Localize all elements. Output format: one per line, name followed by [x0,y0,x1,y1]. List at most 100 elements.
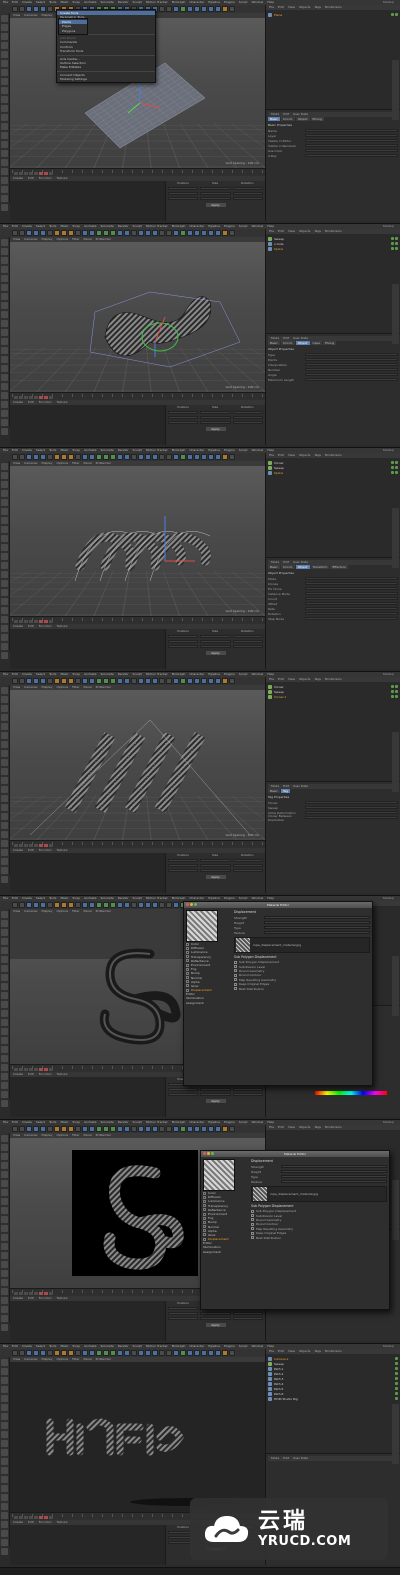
mode-tool-icon[interactable] [1,105,8,112]
channel-checkbox-icon[interactable] [186,980,189,984]
playback-button-icon[interactable] [29,620,33,623]
record-key-icon[interactable] [44,1068,48,1071]
coordinate-field[interactable] [200,197,231,200]
toolbar-tool-icon[interactable] [215,678,221,684]
toolbar-tool-icon[interactable] [138,454,144,460]
object-menu-objects[interactable]: Objects [299,677,310,682]
toolbar-tool-icon[interactable] [152,1126,158,1132]
attribute-tab[interactable]: Caps [310,341,322,345]
mode-tool-icon[interactable] [1,419,8,426]
mode-tool-icon[interactable] [1,347,8,354]
mode-tool-icon[interactable] [1,1207,8,1214]
toolbar-tool-icon[interactable] [82,1126,88,1132]
mode-tool-icon[interactable] [1,992,8,999]
record-key-icon[interactable] [39,172,43,175]
object-menu-tags[interactable]: Tags [314,5,321,10]
mode-tool-icon[interactable] [1,15,8,22]
toolbar-tool-icon[interactable] [187,678,193,684]
toolbar-tool-icon[interactable] [215,1126,221,1132]
toolbar-tool-icon[interactable] [208,678,214,684]
coordinate-field[interactable] [200,1312,231,1315]
toolbar-tool-icon[interactable] [166,454,172,460]
object-menu-edit[interactable]: Edit [278,453,284,458]
mode-tool-icon[interactable] [1,1449,8,1456]
coordinate-field[interactable] [232,411,263,414]
toolbar-tool-icon[interactable] [222,1126,228,1132]
mode-tool-icon[interactable] [1,714,8,721]
object-menu-bookmarks[interactable]: Bookmarks [325,229,342,234]
perspective-viewport[interactable]: Grid Spacing : 100 cm [10,690,265,840]
playback-button-icon[interactable] [14,172,18,175]
channel-setting-field[interactable] [264,931,370,934]
toolbar-tool-icon[interactable] [19,230,25,236]
playback-button-icon[interactable] [14,1292,18,1295]
toolbar-tool-icon[interactable] [33,454,39,460]
toolbar-tool-icon[interactable] [96,230,102,236]
mode-tool-icon[interactable] [1,804,8,811]
attribute-field[interactable] [305,373,398,376]
toolbar-tool-icon[interactable] [68,454,74,460]
mode-tool-icon[interactable] [1,177,8,184]
toolbar-tool-icon[interactable] [208,6,214,12]
record-key-icon[interactable] [44,620,48,623]
channel-checkbox-icon[interactable] [186,963,189,967]
visibility-check-icon[interactable] [395,1397,398,1400]
mode-tool-icon[interactable] [1,1324,8,1331]
toolbar-tool-icon[interactable] [40,1126,46,1132]
toolbar-tool-icon[interactable] [222,454,228,460]
playback-button-icon[interactable] [24,844,28,847]
toolbar-tool-icon[interactable] [110,230,116,236]
record-key-icon[interactable] [39,844,43,847]
toolbar-tool-icon[interactable] [180,454,186,460]
mode-tool-icon[interactable] [1,598,8,605]
toolbar-tool-icon[interactable] [33,230,39,236]
toolbar-tool-icon[interactable] [33,1350,39,1356]
visibility-check-icon[interactable] [395,685,398,688]
coordinate-field[interactable] [168,640,199,643]
playback-button-icon[interactable] [24,1068,28,1071]
option-checkbox-icon[interactable] [234,960,237,964]
mode-tool-icon[interactable] [1,356,8,363]
toolbar-tool-icon[interactable] [40,1350,46,1356]
visibility-check-icon[interactable] [395,695,398,698]
texture-slot[interactable]: rope_displacement_material.jpg [234,937,370,953]
mode-tool-icon[interactable] [1,562,8,569]
toolbar-tool-icon[interactable] [131,454,137,460]
coordinate-field[interactable] [200,635,231,638]
mode-tool-icon[interactable] [1,499,8,506]
side-tab-strip[interactable] [392,508,399,568]
toolbar-tool-icon[interactable] [229,6,235,12]
mode-tool-icon[interactable] [1,1180,8,1187]
playback-button-icon[interactable] [14,1516,18,1519]
mode-tool-icon[interactable] [1,1395,8,1402]
toolbar-tool-icon[interactable] [166,678,172,684]
toolbar-tool-icon[interactable] [61,678,67,684]
mode-tool-icon[interactable] [1,1064,8,1071]
apply-button[interactable]: Apply [205,651,226,655]
option-checkbox-icon[interactable] [251,1227,254,1231]
mode-tool-icon[interactable] [1,1485,8,1492]
material-preview[interactable] [203,1159,235,1191]
object-menu-objects[interactable]: Objects [299,453,310,458]
toolbar-tool-icon[interactable] [194,454,200,460]
toolbar-tool-icon[interactable] [33,6,39,12]
toolbar-tool-icon[interactable] [166,902,172,908]
toolbar-tool-icon[interactable] [103,454,109,460]
mode-tool-icon[interactable] [1,589,8,596]
object-menu-tags[interactable]: Tags [314,677,321,682]
playback-button-icon[interactable] [34,172,38,175]
toolbar-tool-icon[interactable] [159,678,165,684]
mode-tool-icon[interactable] [1,544,8,551]
option-checkbox-icon[interactable] [251,1231,254,1235]
toolbar-tool-icon[interactable] [103,230,109,236]
attribute-tab[interactable]: Coord. [280,341,295,345]
toolbar-tool-icon[interactable] [194,230,200,236]
playback-button-icon[interactable] [19,1068,23,1071]
toolbar-tool-icon[interactable] [117,902,123,908]
toolbar-tool-icon[interactable] [117,678,123,684]
toolbar-tool-icon[interactable] [47,454,53,460]
toolbar-tool-icon[interactable] [180,1350,186,1356]
side-tab-strip[interactable] [392,956,399,1016]
playback-button-icon[interactable] [24,1516,28,1519]
record-key-icon[interactable] [44,1292,48,1295]
